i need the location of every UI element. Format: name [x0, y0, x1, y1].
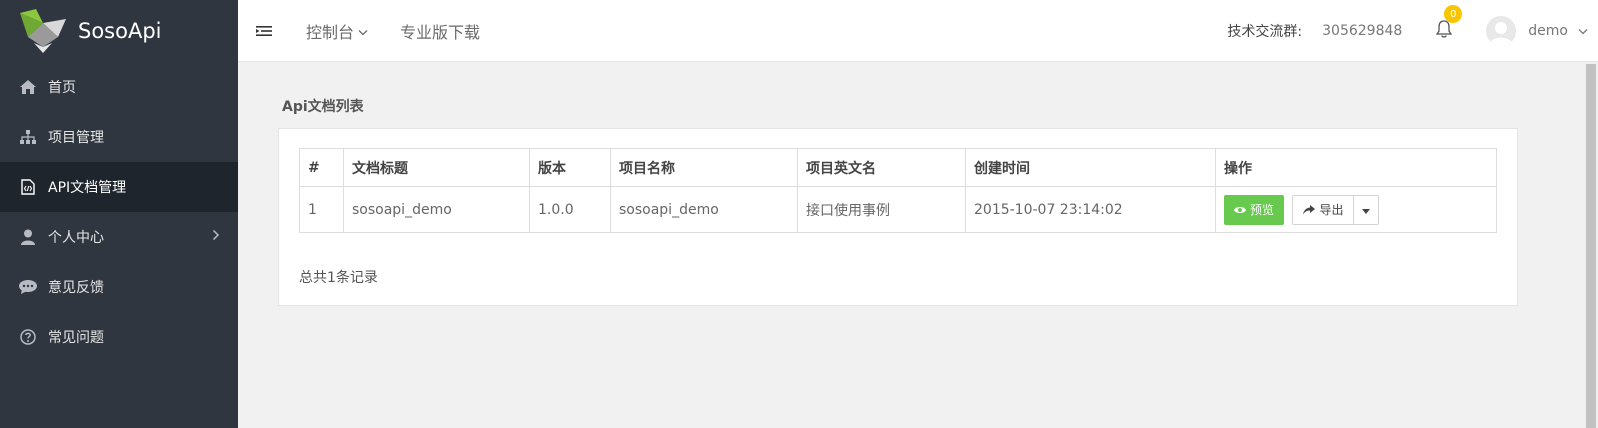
notification-badge: 0	[1444, 5, 1463, 23]
export-dropdown-toggle[interactable]	[1354, 194, 1380, 225]
user-icon	[18, 227, 38, 247]
sidebar-item-personal-center[interactable]: 个人中心	[0, 212, 238, 262]
home-icon	[18, 77, 38, 97]
sidebar: SosoApi 首页 项目管理 API文档管理 个人中心 意见反馈 常见问题	[0, 0, 238, 428]
chevron-right-icon	[212, 229, 220, 245]
cell-project-name: sosoapi_demo	[610, 186, 798, 233]
page-title: Api文档列表	[282, 99, 364, 115]
sidebar-item-label: 意见反馈	[48, 280, 104, 296]
nav-console[interactable]: 控制台	[306, 19, 368, 43]
cell-version: 1.0.0	[529, 186, 611, 233]
sidebar-item-projects[interactable]: 项目管理	[0, 112, 238, 162]
avatar[interactable]	[1486, 16, 1517, 46]
cell-doc-title: sosoapi_demo	[343, 186, 530, 233]
sidebar-item-label: 常见问题	[48, 330, 104, 346]
column-header: 版本	[529, 148, 611, 187]
main-content: Api文档列表 # 文档标题 版本 项目名称 项目英文名 创建时间 操作 1 s…	[238, 62, 1584, 428]
doc-list-panel: # 文档标题 版本 项目名称 项目英文名 创建时间 操作 1 sosoapi_d…	[278, 128, 1518, 306]
header-right: 技术交流群: 305629848 0 demo	[1227, 0, 1598, 62]
record-count: 总共1条记录	[299, 270, 378, 286]
preview-label: 预览	[1250, 203, 1275, 217]
cell-created: 2015-10-07 23:14:02	[965, 186, 1216, 233]
export-label: 导出	[1319, 203, 1344, 217]
user-name[interactable]: demo	[1528, 23, 1568, 39]
nav-pro-download-label: 专业版下载	[400, 22, 481, 42]
column-header: 文档标题	[343, 148, 530, 187]
cell-project-en-name: 接口使用事例	[797, 186, 966, 233]
column-header: 项目名称	[610, 148, 798, 187]
scrollbar-thumb[interactable]	[1586, 64, 1596, 428]
column-header: 操作	[1215, 148, 1497, 187]
column-header: 项目英文名	[797, 148, 966, 187]
export-button[interactable]: 导出	[1292, 194, 1355, 225]
file-code-icon	[18, 177, 38, 197]
sidebar-item-label: 首页	[48, 80, 76, 96]
sidebar-item-feedback[interactable]: 意见反馈	[0, 262, 238, 312]
scrollbar[interactable]	[1584, 62, 1598, 428]
table-row: 1 sosoapi_demo 1.0.0 sosoapi_demo 接口使用事例…	[299, 186, 1497, 233]
sitemap-icon	[18, 127, 38, 147]
qq-group-number: 305629848	[1322, 23, 1403, 39]
top-header: 控制台 专业版下载 技术交流群: 305629848 0 demo	[238, 0, 1598, 62]
sidebar-item-faq[interactable]: 常见问题	[0, 312, 238, 362]
comment-icon	[18, 277, 38, 297]
table-header-row: # 文档标题 版本 项目名称 项目英文名 创建时间 操作	[299, 148, 1497, 187]
sidebar-item-api-docs[interactable]: API文档管理	[0, 162, 238, 212]
qq-group-label: 技术交流群:	[1227, 24, 1303, 40]
share-icon	[1303, 204, 1316, 215]
question-circle-icon	[18, 327, 38, 347]
nav-console-label: 控制台	[306, 22, 355, 42]
cell-index: 1	[299, 186, 344, 233]
sidebar-item-home[interactable]: 首页	[0, 62, 238, 112]
menu-toggle-icon[interactable]	[238, 0, 290, 62]
caret-down-icon	[1362, 203, 1371, 217]
doc-table: # 文档标题 版本 项目名称 项目英文名 创建时间 操作 1 sosoapi_d…	[299, 148, 1497, 233]
sidebar-item-label: 个人中心	[48, 230, 104, 246]
chevron-down-icon[interactable]	[1578, 23, 1588, 39]
column-header: #	[299, 148, 344, 187]
logo-icon	[18, 7, 68, 55]
preview-button[interactable]: 预览	[1224, 194, 1285, 225]
notification-bell[interactable]: 0	[1432, 5, 1463, 43]
export-button-group: 导出	[1292, 194, 1380, 225]
nav-pro-download[interactable]: 专业版下载	[400, 19, 480, 43]
cell-actions: 预览 导出	[1215, 186, 1497, 233]
brand-name: SosoApi	[78, 19, 162, 43]
column-header: 创建时间	[965, 148, 1216, 187]
bell-icon	[1436, 20, 1453, 42]
eye-icon	[1234, 206, 1246, 214]
sidebar-item-label: API文档管理	[48, 180, 127, 196]
sidebar-item-label: 项目管理	[48, 130, 104, 146]
chevron-down-icon	[358, 21, 368, 40]
brand[interactable]: SosoApi	[0, 0, 238, 62]
